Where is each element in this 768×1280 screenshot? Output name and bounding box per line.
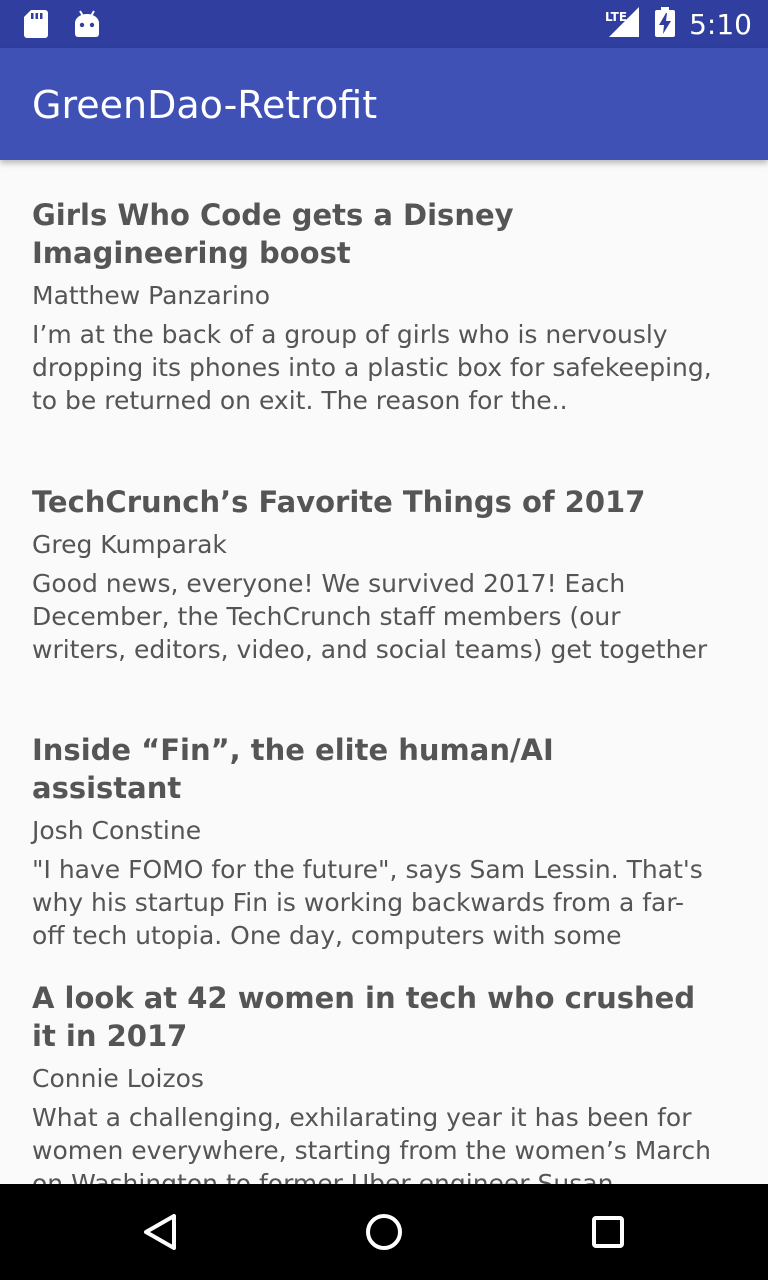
list-item[interactable]: A look at 42 women in tech who crushed i… [32,979,712,1184]
article-description: Good news, everyone! We survived 2017! E… [32,569,708,664]
svg-text:LTE: LTE [605,10,627,24]
article-title: Girls Who Code gets a Disney Imagineerin… [32,198,514,270]
status-time: 5:10 [689,7,752,41]
battery-charging-icon [655,6,676,42]
article-list[interactable]: Girls Who Code gets a Disney Imagineerin… [0,160,768,1184]
list-item[interactable]: Girls Who Code gets a Disney Imagineerin… [32,196,712,417]
list-item[interactable]: Inside “Fin”, the elite human/AI assista… [32,731,712,952]
app-title: GreenDao-Retrofit [32,83,378,127]
article-title: A look at 42 women in tech who crushed i… [32,981,696,1053]
article-author: Greg Kumparak [32,530,227,559]
recents-icon[interactable] [584,1208,632,1256]
android-icon [74,10,100,43]
back-icon[interactable] [136,1208,184,1256]
list-item[interactable]: TechCrunch’s Favorite Things of 2017 Gre… [32,483,712,666]
navigation-bar [0,1184,768,1280]
article-author: Matthew Panzarino [32,281,271,310]
article-title: Inside “Fin”, the elite human/AI assista… [32,733,554,805]
article-description: "I have FOMO for the future", says Sam L… [32,855,703,950]
article-author: Connie Loizos [32,1064,204,1093]
article-description: I’m at the back of a group of girls who … [32,320,712,415]
status-bar: LTE 5:10 [0,0,768,48]
home-icon[interactable] [360,1208,408,1256]
app-bar: GreenDao-Retrofit [0,48,768,160]
article-author: Josh Constine [32,816,202,845]
article-title: TechCrunch’s Favorite Things of 2017 [32,485,646,519]
sd-card-icon [24,10,48,43]
article-description: What a challenging, exhilarating year it… [32,1103,711,1184]
lte-signal-icon: LTE [605,6,641,42]
